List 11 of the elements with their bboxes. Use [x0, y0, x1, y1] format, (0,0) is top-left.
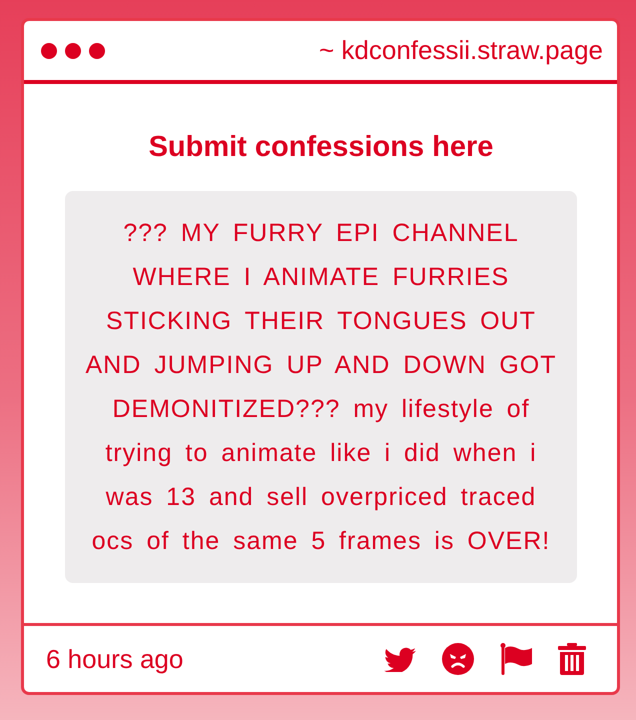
post-time: 6 hours ago — [46, 644, 184, 674]
window-dot-icon — [65, 42, 81, 58]
angry-face-icon[interactable] — [442, 643, 474, 675]
trash-icon[interactable] — [558, 643, 586, 675]
window-dot-icon — [41, 42, 57, 58]
page-heading: Submit confessions here — [148, 130, 494, 164]
flag-icon[interactable] — [500, 643, 532, 675]
bird-icon[interactable] — [384, 646, 416, 672]
site-address: ~ kdconfessii.straw.page — [319, 35, 603, 66]
window-dot-icon — [89, 42, 105, 58]
confession-text: ??? MY FURRY EPI CHANNEL WHERE I ANIMATE FURRIES STICKING THEIR TONGUES OUT AND JUMPING UP AND DOWN GOT DEMONITIZED??? my lifestyle of trying to animate like i did when i was 13 and sell overpriced traced ocs of the same 5 frames is OVER! — [65, 191, 577, 583]
